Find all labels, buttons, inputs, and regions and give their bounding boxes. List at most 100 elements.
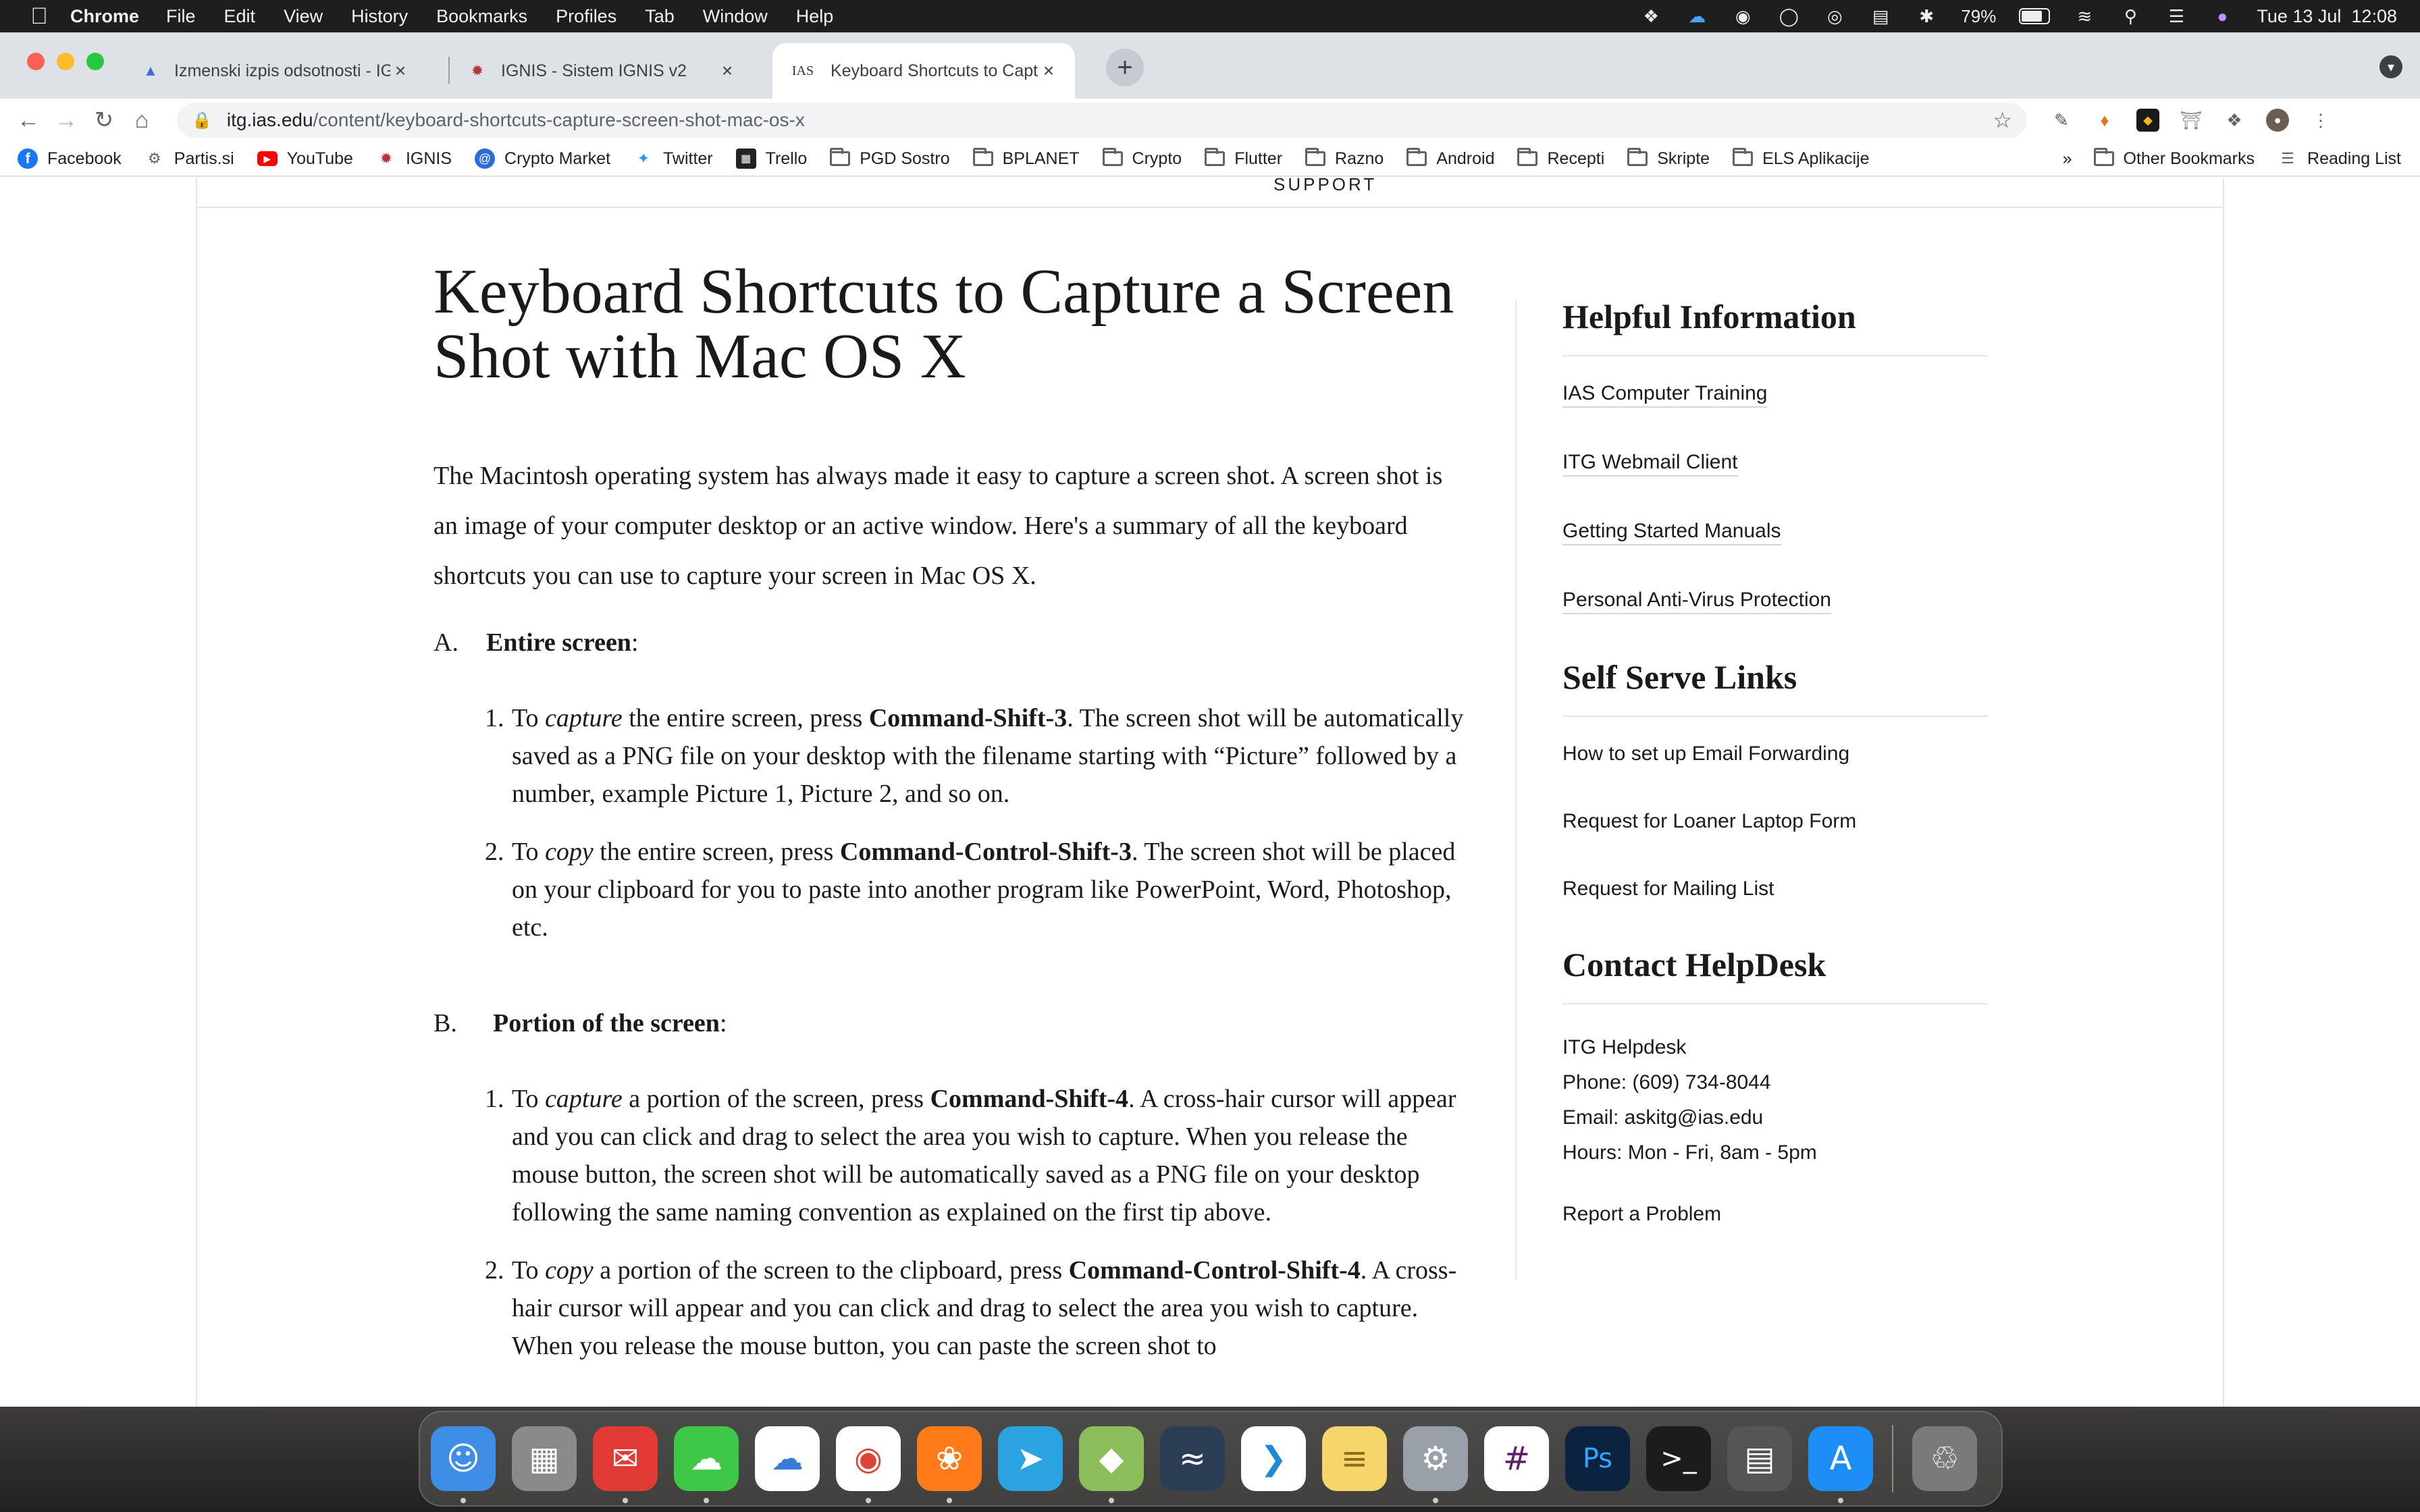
mail-icon[interactable]: ✉ xyxy=(593,1426,658,1503)
shield-extension-icon[interactable]: ⛩ xyxy=(2180,109,2203,132)
metamask-extension-icon[interactable]: ♦ xyxy=(2093,109,2116,132)
crypto-extension-icon[interactable]: ◆ xyxy=(2136,109,2159,132)
bookmark-trello[interactable]: ▦ Trello xyxy=(735,148,807,169)
bookmarks-overflow-button[interactable]: » xyxy=(2063,149,2072,169)
bookmark-folder-flutter[interactable]: Flutter xyxy=(1205,148,1282,169)
eyedropper-extension-icon[interactable]: ✎ xyxy=(2050,109,2073,132)
close-tab-icon[interactable]: × xyxy=(390,60,411,82)
menu-profiles[interactable]: Profiles xyxy=(556,6,616,27)
link-personal-anti-virus[interactable]: Personal Anti-Virus Protection xyxy=(1562,589,1831,614)
mysql-workbench-icon[interactable]: ≈ xyxy=(1160,1426,1225,1491)
photoshop-icon[interactable]: Ps xyxy=(1565,1426,1630,1491)
bookmark-folder-skripte[interactable]: Skripte xyxy=(1627,148,1710,169)
new-tab-button[interactable]: + xyxy=(1106,49,1144,86)
cloud-sync-icon[interactable]: ☁ xyxy=(1685,6,1708,26)
chrome-icon[interactable]: ◉ xyxy=(836,1426,901,1503)
battery-icon[interactable] xyxy=(2019,8,2051,24)
wifi-icon[interactable]: ≋ xyxy=(2073,6,2096,26)
running-indicator xyxy=(1838,1498,1843,1503)
dropbox-icon[interactable]: ❖ xyxy=(1639,6,1662,26)
trash-icon[interactable]: ♲ xyxy=(1912,1426,1977,1491)
tab-search-icon[interactable]: ▾ xyxy=(2379,55,2402,78)
zoom-window-button[interactable] xyxy=(86,53,104,70)
other-bookmarks-folder[interactable]: Other Bookmarks xyxy=(2093,148,2255,169)
bookmark-folder-razno[interactable]: Razno xyxy=(1305,148,1384,169)
box-app-icon[interactable]: ◆ xyxy=(1079,1426,1144,1503)
messages-icon[interactable]: ☁ xyxy=(674,1426,739,1503)
bookmark-twitter[interactable]: ✦ Twitter xyxy=(633,148,713,169)
nav-support-link[interactable]: SUPPORT xyxy=(1273,178,1377,195)
address-bar[interactable]: 🔒 itg.ias.edu/content/keyboard-shortcuts… xyxy=(177,103,2027,138)
siri-icon[interactable]: ● xyxy=(2211,6,2234,26)
tab-izmenski-izpis[interactable]: ▲ Izmenski izpis odsotnosti - IGNIS × xyxy=(124,43,427,99)
tab-ignis-sistem[interactable]: ✹ IGNIS - Sistem IGNIS v2 × xyxy=(451,43,754,99)
ias-logo-icon: IAS xyxy=(791,63,814,78)
app-store-icon[interactable]: A xyxy=(1808,1426,1873,1503)
helpful-information-heading: Helpful Information xyxy=(1562,297,1988,356)
link-mailing-list[interactable]: Request for Mailing List xyxy=(1562,878,1774,902)
bookmark-folder-crypto[interactable]: Crypto xyxy=(1102,148,1182,169)
link-loaner-laptop-form[interactable]: Request for Loaner Laptop Form xyxy=(1562,810,1856,834)
menu-view[interactable]: View xyxy=(284,6,323,27)
cloud-app-icon[interactable]: ☁ xyxy=(755,1426,820,1491)
bookmarks-bar-right: » Other Bookmarks ☰ Reading List xyxy=(2063,148,2401,169)
minimize-window-button[interactable] xyxy=(57,53,74,70)
close-tab-icon[interactable]: × xyxy=(717,60,737,82)
notes-icon[interactable]: ≡ xyxy=(1322,1426,1387,1491)
calculator-icon[interactable]: ▤ xyxy=(1727,1426,1792,1491)
spotlight-search-icon[interactable]: ⚲ xyxy=(2119,6,2142,26)
reading-list-button[interactable]: ☰ Reading List xyxy=(2278,148,2401,169)
link-itg-webmail-client[interactable]: ITG Webmail Client xyxy=(1562,451,1738,477)
bookmark-star-icon[interactable]: ☆ xyxy=(1993,107,2012,133)
chrome-menu-icon[interactable]: ⋮ xyxy=(2309,109,2332,132)
clock[interactable]: Tue 13 Jul 12:08 xyxy=(2257,6,2397,27)
bookmark-facebook[interactable]: f Facebook xyxy=(18,148,122,169)
puzzle-extensions-icon[interactable]: ❖ xyxy=(2223,109,2246,132)
link-email-forwarding[interactable]: How to set up Email Forwarding xyxy=(1562,742,1849,767)
bookmark-folder-android[interactable]: Android xyxy=(1406,148,1494,169)
vscode-icon[interactable]: ❯ xyxy=(1241,1426,1306,1491)
bookmark-ignis[interactable]: ✹ IGNIS xyxy=(376,148,452,169)
bookmark-folder-bplanet[interactable]: BPLANET xyxy=(972,148,1080,169)
menu-help[interactable]: Help xyxy=(796,6,834,27)
menu-bookmarks[interactable]: Bookmarks xyxy=(436,6,527,27)
terminal-icon[interactable]: >_ xyxy=(1646,1426,1711,1491)
home-icon[interactable]: ⌂ xyxy=(123,107,161,134)
menu-tab[interactable]: Tab xyxy=(645,6,675,27)
bluetooth-icon[interactable]: ✱ xyxy=(1915,6,1938,26)
vpn-icon[interactable]: ◉ xyxy=(1731,6,1754,26)
bookmark-youtube[interactable]: ▶ YouTube xyxy=(257,149,353,169)
system-preferences-icon[interactable]: ⚙ xyxy=(1403,1426,1468,1503)
menu-edit[interactable]: Edit xyxy=(224,6,256,27)
apple-menu-icon[interactable]:  xyxy=(27,3,51,30)
app-menu-chrome[interactable]: Chrome xyxy=(70,6,139,27)
forward-arrow-icon[interactable]: → xyxy=(47,107,85,134)
lock-icon[interactable]: 🔒 xyxy=(192,111,212,130)
bookmark-folder-els-aplikacije[interactable]: ELS Aplikacije xyxy=(1733,148,1870,169)
telegram-icon[interactable]: ➤ xyxy=(998,1426,1063,1491)
menu-window[interactable]: Window xyxy=(703,6,768,27)
menu-history[interactable]: History xyxy=(351,6,408,27)
bookmark-folder-recepti[interactable]: Recepti xyxy=(1517,148,1604,169)
link-getting-started-manuals[interactable]: Getting Started Manuals xyxy=(1562,520,1781,545)
tab-keyboard-shortcuts[interactable]: IAS Keyboard Shortcuts to Capture a Scre… xyxy=(772,43,1075,99)
display-icon[interactable]: ▤ xyxy=(1869,6,1892,26)
close-window-button[interactable] xyxy=(27,53,45,70)
vinyl-icon[interactable]: ◎ xyxy=(1823,6,1846,26)
link-ias-computer-training[interactable]: IAS Computer Training xyxy=(1562,382,1768,408)
bookmark-crypto-market[interactable]: @ Crypto Market xyxy=(475,148,610,169)
onepassword-icon[interactable]: ◯ xyxy=(1777,6,1800,26)
bookmark-folder-pgd-sostro[interactable]: PGD Sostro xyxy=(830,148,950,169)
menu-file[interactable]: File xyxy=(166,6,196,27)
profile-avatar[interactable]: ● xyxy=(2266,109,2289,132)
reload-icon[interactable]: ↻ xyxy=(85,107,123,134)
close-tab-icon[interactable]: × xyxy=(1038,60,1059,82)
bookmark-partis[interactable]: ⚙ Partis.si xyxy=(144,148,234,169)
slack-icon[interactable]: # xyxy=(1484,1426,1549,1491)
control-center-icon[interactable]: ☰ xyxy=(2165,6,2188,26)
back-arrow-icon[interactable]: ← xyxy=(9,107,47,134)
firefox-icon[interactable]: ❀ xyxy=(917,1426,982,1503)
finder-icon[interactable]: ☺ xyxy=(431,1426,496,1503)
report-problem-link[interactable]: Report a Problem xyxy=(1562,1203,1721,1226)
launchpad-icon[interactable]: ▦ xyxy=(512,1426,577,1491)
